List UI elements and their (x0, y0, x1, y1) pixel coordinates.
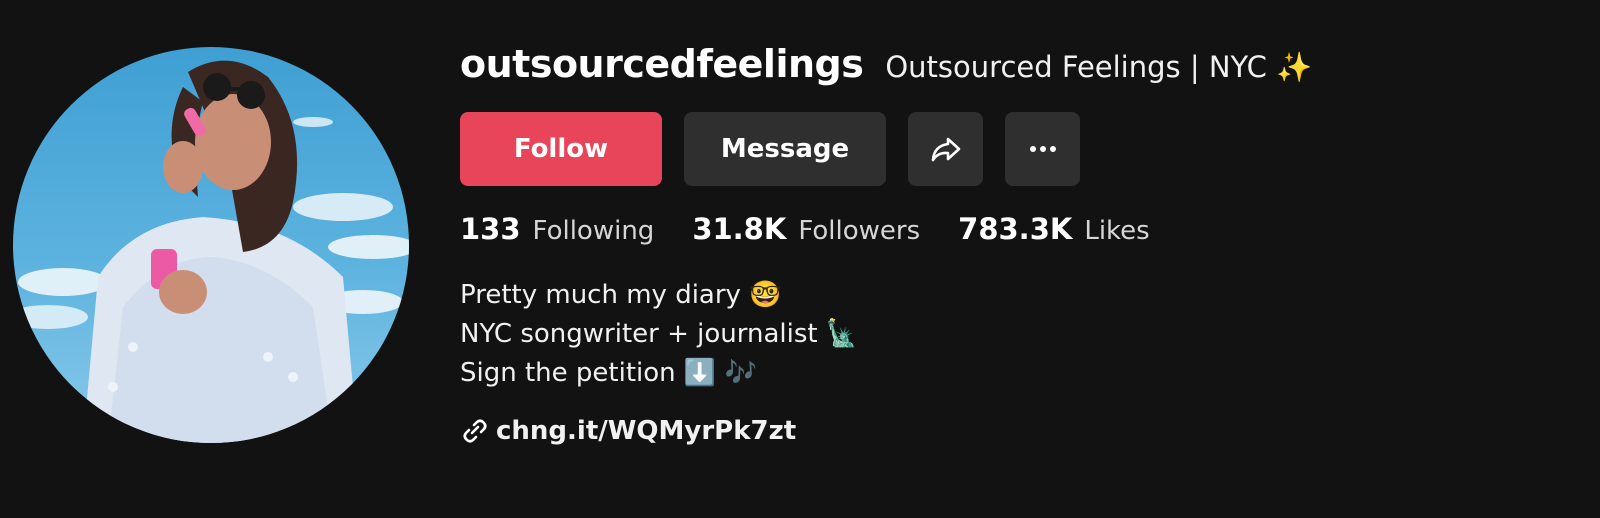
stat-label: Following (532, 216, 655, 246)
stat-followers[interactable]: 31.8K Followers (692, 212, 920, 246)
name-row: outsourcedfeelings Outsourced Feelings |… (460, 36, 1560, 92)
action-buttons: Follow Message (460, 112, 1080, 186)
stat-likes: 783.3K Likes (958, 212, 1150, 246)
message-button[interactable]: Message (684, 112, 886, 186)
bio-line: Pretty much my diary 🤓 (460, 280, 782, 310)
bio-link-text: chng.it/WQMyrPk7zt (496, 416, 797, 446)
display-name: Outsourced Feelings | NYC ✨ (885, 50, 1313, 84)
stat-value: 133 (460, 212, 521, 246)
avatar[interactable] (13, 47, 409, 443)
bio-line: Sign the petition ⬇️ 🎶 (460, 358, 757, 388)
more-button[interactable] (1005, 112, 1080, 186)
bio-line: NYC songwriter + journalist 🗽 (460, 319, 859, 349)
follow-button[interactable]: Follow (460, 112, 662, 186)
stat-value: 783.3K (958, 212, 1073, 246)
stat-label: Followers (798, 216, 921, 246)
bio-link[interactable]: chng.it/WQMyrPk7zt (460, 416, 796, 446)
profile-stats: 133 Following 31.8K Followers 783.3K Lik… (460, 212, 1188, 246)
share-icon (931, 137, 960, 162)
username: outsourcedfeelings (460, 42, 864, 86)
stat-label: Likes (1084, 216, 1150, 246)
stat-value: 31.8K (692, 212, 787, 246)
share-button[interactable] (908, 112, 983, 186)
avatar-image (13, 60, 409, 443)
profile-header: outsourcedfeelings Outsourced Feelings |… (0, 0, 1600, 518)
link-icon (460, 416, 490, 446)
bio: Pretty much my diary 🤓 NYC songwriter + … (460, 276, 858, 393)
stat-following[interactable]: 133 Following (460, 212, 654, 246)
more-icon (1029, 146, 1056, 152)
profile-info: outsourcedfeelings Outsourced Feelings |… (460, 36, 1560, 446)
